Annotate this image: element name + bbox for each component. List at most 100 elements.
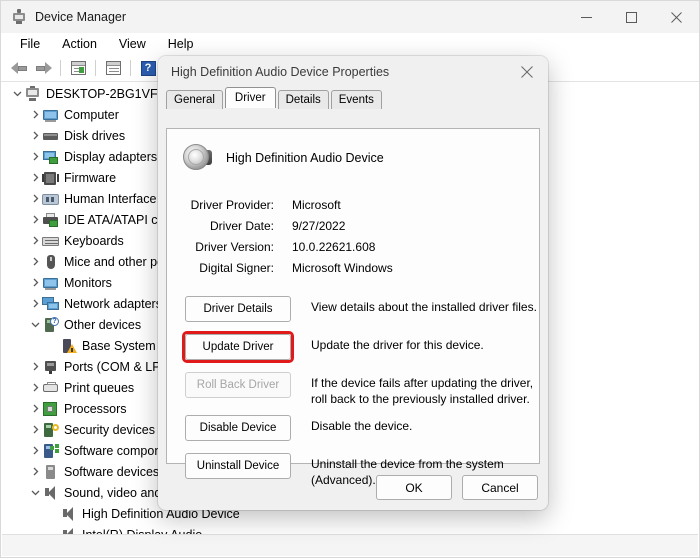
tree-item-label: Firmware	[64, 170, 117, 185]
maximize-icon[interactable]	[609, 1, 654, 33]
monitor-icon	[42, 275, 59, 291]
driver-property-label: Driver Date:	[209, 218, 274, 233]
driver-action-description: View details about the installed driver …	[311, 300, 537, 314]
chevron-right-icon[interactable]	[28, 446, 42, 455]
driver-property-value: 9/27/2022	[292, 218, 346, 233]
uninstall-device-button-wrapper: Uninstall Device	[167, 453, 291, 479]
speaker-icon	[60, 506, 77, 522]
window-title: Device Manager	[35, 10, 127, 24]
unknown-device-warning-icon	[60, 338, 77, 354]
chevron-right-icon[interactable]	[28, 404, 42, 413]
driver-action-row: Driver Details View details about the ins…	[167, 296, 539, 326]
window-titlebar: Device Manager	[1, 1, 699, 33]
tree-item-label: Monitors	[64, 275, 112, 290]
tree-item-label: Security devices	[64, 422, 156, 437]
tab-general[interactable]: General	[166, 90, 223, 109]
toolbar-separator	[95, 60, 96, 76]
dialog-tabs: General Driver Details Events	[158, 87, 548, 109]
toolbar-separator	[130, 60, 131, 76]
tree-item-label: Print queues	[64, 380, 135, 395]
device-properties-dialog: High Definition Audio Device Properties …	[158, 56, 548, 510]
driver-action-row: Update Driver Update the driver for this …	[167, 331, 539, 364]
dialog-titlebar: High Definition Audio Device Properties	[158, 56, 548, 88]
tab-details[interactable]: Details	[277, 90, 329, 109]
ok-button[interactable]: OK	[376, 475, 452, 500]
help-icon[interactable]: ?	[136, 57, 160, 79]
security-device-icon	[42, 422, 59, 438]
chevron-right-icon[interactable]	[28, 215, 42, 224]
driver-properties-list: Driver Provider: Microsoft Driver Date: 9/2…	[167, 194, 539, 278]
tree-item-label: Disk drives	[64, 128, 126, 143]
software-component-icon	[42, 443, 59, 459]
software-device-icon	[42, 464, 59, 480]
close-icon[interactable]	[654, 1, 699, 33]
back-arrow-icon[interactable]	[7, 57, 31, 79]
update-driver-button[interactable]: Update Driver	[185, 334, 291, 360]
driver-property-row: Driver Date: 9/27/2022	[167, 215, 539, 236]
chevron-right-icon[interactable]	[28, 131, 42, 140]
chevron-right-icon[interactable]	[28, 110, 42, 119]
device-name: High Definition Audio Device	[226, 151, 384, 165]
chevron-right-icon[interactable]	[28, 236, 42, 245]
port-icon	[42, 359, 59, 375]
statusbar	[2, 534, 698, 556]
dialog-title: High Definition Audio Device Properties	[171, 65, 390, 79]
mouse-icon	[42, 254, 59, 270]
menubar: File Action View Help	[1, 33, 699, 55]
menu-action[interactable]: Action	[51, 35, 108, 53]
cancel-button[interactable]: Cancel	[462, 475, 538, 500]
chevron-right-icon[interactable]	[28, 362, 42, 371]
tab-events[interactable]: Events	[330, 90, 382, 109]
tab-driver[interactable]: Driver	[224, 87, 276, 108]
driver-action-description: If the device fails after updating the d…	[311, 376, 534, 406]
chevron-right-icon[interactable]	[28, 257, 42, 266]
disk-drive-icon	[42, 128, 59, 144]
menu-help[interactable]: Help	[157, 35, 205, 53]
uninstall-device-button[interactable]: Uninstall Device	[185, 453, 291, 479]
driver-property-label: Digital Signer:	[199, 260, 274, 275]
close-icon[interactable]	[506, 56, 548, 88]
chevron-right-icon[interactable]	[28, 383, 42, 392]
chevron-right-icon[interactable]	[28, 173, 42, 182]
chevron-down-icon[interactable]	[28, 488, 42, 497]
roll-back-driver-button-wrapper: Roll Back Driver	[167, 372, 291, 398]
driver-details-button-wrapper: Driver Details	[167, 296, 291, 322]
processor-icon	[42, 401, 59, 417]
device-manager-icon	[11, 9, 27, 25]
driver-property-row: Driver Version: 10.0.22621.608	[167, 236, 539, 257]
network-adapter-icon	[42, 296, 59, 312]
device-manager-window: Device Manager File Action View Help ? D…	[0, 0, 700, 558]
driver-property-value: Microsoft	[292, 197, 341, 212]
chevron-right-icon[interactable]	[28, 194, 42, 203]
dialog-footer: OK Cancel	[376, 475, 538, 500]
hid-icon	[42, 191, 59, 207]
minimize-icon[interactable]	[564, 1, 609, 33]
chevron-right-icon[interactable]	[28, 299, 42, 308]
chevron-down-icon[interactable]	[28, 320, 42, 329]
show-hidden-devices-icon[interactable]	[101, 57, 125, 79]
menu-view[interactable]: View	[108, 35, 157, 53]
properties-icon[interactable]	[66, 57, 90, 79]
chevron-right-icon[interactable]	[28, 152, 42, 161]
update-driver-button-wrapper: Update Driver	[182, 331, 294, 363]
toolbar-separator	[60, 60, 61, 76]
driver-action-description: Update the driver for this device.	[311, 338, 484, 352]
computer-icon	[24, 85, 41, 102]
tree-item-label: DESKTOP-2BG1VF6	[46, 86, 165, 101]
driver-property-label: Driver Provider:	[190, 197, 274, 212]
chevron-right-icon[interactable]	[28, 425, 42, 434]
tree-item-label: Other devices	[64, 317, 142, 332]
roll-back-driver-button: Roll Back Driver	[185, 372, 291, 398]
driver-details-button[interactable]: Driver Details	[185, 296, 291, 322]
ide-controller-icon	[42, 212, 59, 228]
tree-item-label: Display adapters	[64, 149, 158, 164]
forward-arrow-icon[interactable]	[31, 57, 55, 79]
menu-file[interactable]: File	[9, 35, 51, 53]
driver-action-description: Disable the device.	[311, 419, 413, 433]
driver-action-row: Roll Back Driver If the device fails afte…	[167, 372, 539, 407]
chevron-down-icon[interactable]	[10, 89, 24, 98]
driver-property-row: Digital Signer: Microsoft Windows	[167, 257, 539, 278]
disable-device-button[interactable]: Disable Device	[185, 415, 291, 441]
chevron-right-icon[interactable]	[28, 278, 42, 287]
chevron-right-icon[interactable]	[28, 467, 42, 476]
